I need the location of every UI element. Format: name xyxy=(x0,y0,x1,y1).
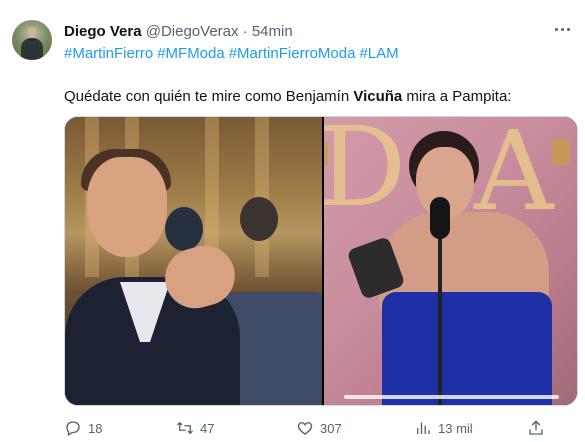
tweet-text-bold: Vicuña xyxy=(353,88,403,105)
mic-stand xyxy=(438,227,442,405)
avatar-head xyxy=(27,27,37,38)
tweet[interactable]: Diego Vera @DiegoVerax · 54min #MartinFi… xyxy=(0,0,585,442)
award-logo-icon xyxy=(552,139,570,165)
views-icon xyxy=(417,422,430,434)
award-logo-icon xyxy=(324,141,328,167)
share-icon xyxy=(529,420,543,435)
photo-left[interactable] xyxy=(65,117,322,405)
hashtags: #MartinFierro #MFModa #MartinFierroModa #LA… xyxy=(64,44,403,64)
hashtag-link[interactable]: #MartinFierroModa xyxy=(229,45,356,62)
tweet-header: Diego Vera @DiegoVerax · 54min xyxy=(64,22,293,42)
author-handle[interactable]: @DiegoVerax xyxy=(146,23,239,40)
tweet-text-part: mira a Pampita: xyxy=(402,88,512,105)
retweet-button[interactable]: 47 xyxy=(176,418,214,438)
views-button[interactable]: 13 mil xyxy=(414,418,473,438)
views-count: 13 mil xyxy=(438,420,473,436)
background-person xyxy=(240,197,278,241)
blue-dress xyxy=(382,292,552,405)
reply-icon xyxy=(66,421,80,436)
reply-button[interactable]: 18 xyxy=(64,418,102,438)
tweet-text-part: Quédate con quién te mire como Benjamín xyxy=(64,88,354,105)
action-bar: 18 47 307 13 mil xyxy=(64,418,578,438)
retweet-icon xyxy=(177,421,193,435)
hashtag-link[interactable]: #MFModa xyxy=(157,45,225,62)
microphone xyxy=(430,197,450,239)
more-options-icon[interactable] xyxy=(551,18,573,40)
scrub-bar xyxy=(344,395,559,399)
retweet-count: 47 xyxy=(200,420,215,436)
hashtag-link[interactable]: #LAM xyxy=(359,45,398,62)
hashtag-link[interactable]: #MartinFierro xyxy=(64,45,153,62)
man-face xyxy=(87,157,167,257)
timestamp[interactable]: 54min xyxy=(252,23,293,40)
avatar[interactable] xyxy=(12,20,52,60)
separator: · xyxy=(242,23,248,40)
media-grid[interactable]: D A xyxy=(64,116,578,406)
reply-count: 18 xyxy=(88,420,103,436)
background-person xyxy=(165,207,203,251)
heart-icon xyxy=(297,422,313,435)
tweet-text: Quédate con quién te mire como Benjamín … xyxy=(64,87,511,107)
like-count: 307 xyxy=(320,420,342,436)
share-button[interactable] xyxy=(527,418,545,438)
photo-right[interactable]: D A xyxy=(324,117,577,405)
backdrop-letter: D xyxy=(324,117,407,231)
author-name[interactable]: Diego Vera xyxy=(64,23,142,40)
avatar-torso xyxy=(21,38,43,60)
like-button[interactable]: 307 xyxy=(296,418,342,438)
